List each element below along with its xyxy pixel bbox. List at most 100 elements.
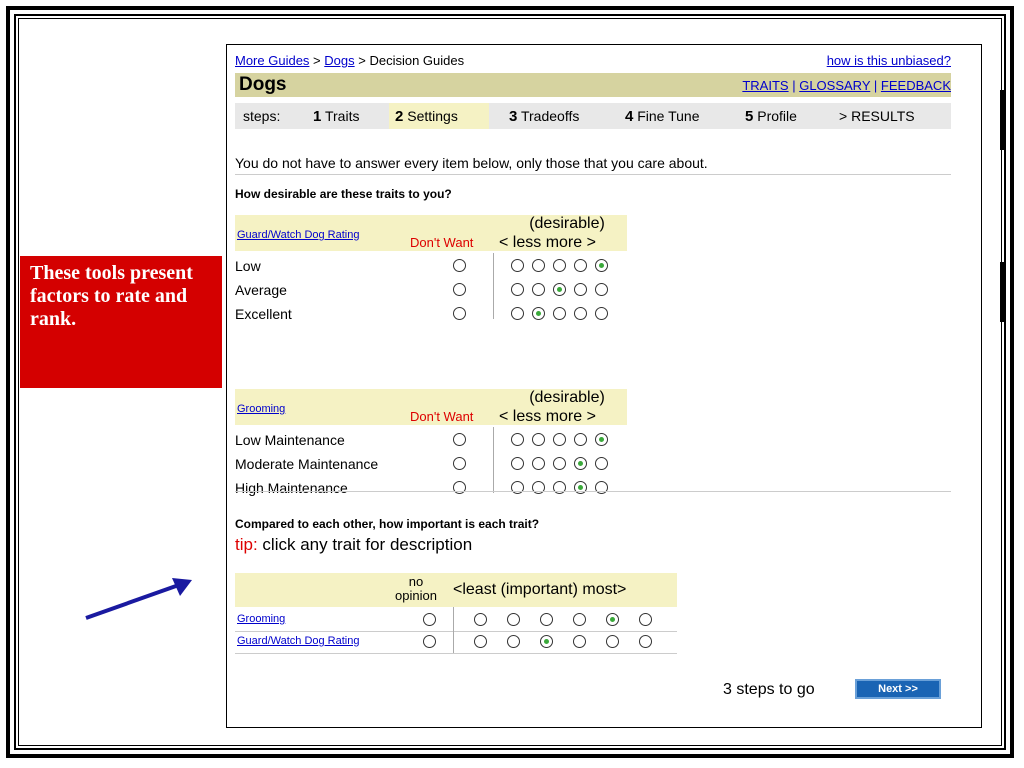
desirability-radio[interactable] [532,259,545,272]
importance-radio[interactable] [540,635,553,648]
importance-radio[interactable] [639,613,652,626]
importance-row: Grooming [235,609,677,632]
frame-edge-mark [1000,262,1004,322]
desirability-radio[interactable] [574,457,587,470]
column-divider [453,607,454,653]
desirability-radio[interactable] [553,307,566,320]
desirability-radio[interactable] [595,307,608,320]
desirability-radio[interactable] [553,283,566,296]
option-label: High Maintenance [235,480,348,496]
arrow-icon [85,578,192,620]
desirability-radio[interactable] [574,307,587,320]
dont-want-radio[interactable] [453,259,466,272]
desirability-radio[interactable] [553,259,566,272]
desirable-header: (desirable) [529,389,605,406]
frame-edge-mark [1000,90,1004,150]
importance-scale-header: <least (important) most> [453,581,627,598]
step-traits[interactable]: 1 Traits [313,103,359,129]
desirability-radio[interactable] [574,259,587,272]
desirability-radio[interactable] [595,259,608,272]
title-bar: Dogs TRAITS | GLOSSARY | FEEDBACK [235,73,951,97]
desirability-radio[interactable] [511,481,524,494]
trait-option-row: Low [235,255,635,277]
step-settings[interactable]: 2 Settings [389,103,489,129]
importance-question: Compared to each other, how important is… [235,517,540,531]
link-separator: | [792,78,796,93]
desirability-radio[interactable] [532,433,545,446]
desirability-radio[interactable] [511,307,524,320]
trait-link[interactable]: Grooming [237,403,285,415]
desirability-radio[interactable] [532,457,545,470]
link-separator: | [873,78,878,93]
breadcrumb-dogs[interactable]: Dogs [324,53,354,68]
step-profile[interactable]: 5 Profile [745,103,797,129]
importance-trait-link[interactable]: Guard/Watch Dog Rating [237,635,359,647]
intro-text: You do not have to answer every item bel… [235,155,951,175]
feedback-link[interactable]: FEEDBACK [881,78,951,93]
desirability-radio[interactable] [532,481,545,494]
desirability-radio[interactable] [574,481,587,494]
desirability-radio[interactable] [595,433,608,446]
header-links: TRAITS | GLOSSARY | FEEDBACK [742,78,951,93]
importance-radio[interactable] [606,613,619,626]
option-label: Average [235,282,287,298]
dont-want-header: Don't Want [410,235,474,250]
less-more-header: < less more > [499,234,596,251]
importance-radio[interactable] [507,635,520,648]
importance-radio[interactable] [573,635,586,648]
importance-row: Guard/Watch Dog Rating [235,631,677,654]
desirability-radio[interactable] [511,259,524,272]
importance-radio[interactable] [474,613,487,626]
dont-want-radio[interactable] [453,481,466,494]
steps-bar: steps: 1 Traits 2 Settings 3 Tradeoffs 4… [235,103,951,129]
decision-guide-screenshot: More Guides > Dogs > Decision Guides how… [226,44,982,728]
no-opinion-radio[interactable] [423,613,436,626]
next-button[interactable]: Next >> [855,679,941,699]
importance-radio[interactable] [606,635,619,648]
desirability-radio[interactable] [574,433,587,446]
importance-radio[interactable] [573,613,586,626]
step-results[interactable]: > RESULTS [839,103,915,129]
dont-want-radio[interactable] [453,457,466,470]
glossary-link[interactable]: GLOSSARY [799,78,870,93]
step-fine-tune[interactable]: 4 Fine Tune [625,103,700,129]
trait-option-row: Average [235,279,635,301]
desirability-radio[interactable] [595,283,608,296]
unbiased-link[interactable]: how is this unbiased? [827,53,951,68]
callout-box: These tools present factors to rate and … [20,256,222,388]
traits-link[interactable]: TRAITS [742,78,788,93]
step-tradeoffs[interactable]: 3 Tradeoffs [509,103,579,129]
desirability-radio[interactable] [511,283,524,296]
desirability-radio[interactable] [532,307,545,320]
no-opinion-radio[interactable] [423,635,436,648]
tip-text: tip: click any trait for description [235,535,473,554]
option-label: Low Maintenance [235,432,345,448]
option-label: Low [235,258,261,274]
desirability-radio[interactable] [595,481,608,494]
desirability-radio[interactable] [553,433,566,446]
option-label: Moderate Maintenance [235,456,379,472]
desirability-radio[interactable] [532,283,545,296]
importance-trait-link[interactable]: Grooming [237,613,285,625]
importance-radio[interactable] [540,613,553,626]
desirability-radio[interactable] [574,283,587,296]
trait-option-row: Moderate Maintenance [235,453,635,475]
dont-want-radio[interactable] [453,307,466,320]
breadcrumb-separator: > [313,53,321,68]
importance-radio[interactable] [474,635,487,648]
importance-radio[interactable] [507,613,520,626]
dont-want-radio[interactable] [453,283,466,296]
trait-option-row: Excellent [235,303,635,325]
less-more-header: < less more > [499,408,596,425]
desirability-radio[interactable] [553,457,566,470]
breadcrumb-more-guides[interactable]: More Guides [235,53,309,68]
desirability-radio[interactable] [553,481,566,494]
steps-label: steps: [243,108,281,124]
trait-link[interactable]: Guard/Watch Dog Rating [237,229,359,241]
desirability-radio[interactable] [595,457,608,470]
breadcrumb-current: Decision Guides [369,53,465,68]
importance-radio[interactable] [639,635,652,648]
desirability-radio[interactable] [511,433,524,446]
desirability-radio[interactable] [511,457,524,470]
dont-want-radio[interactable] [453,433,466,446]
